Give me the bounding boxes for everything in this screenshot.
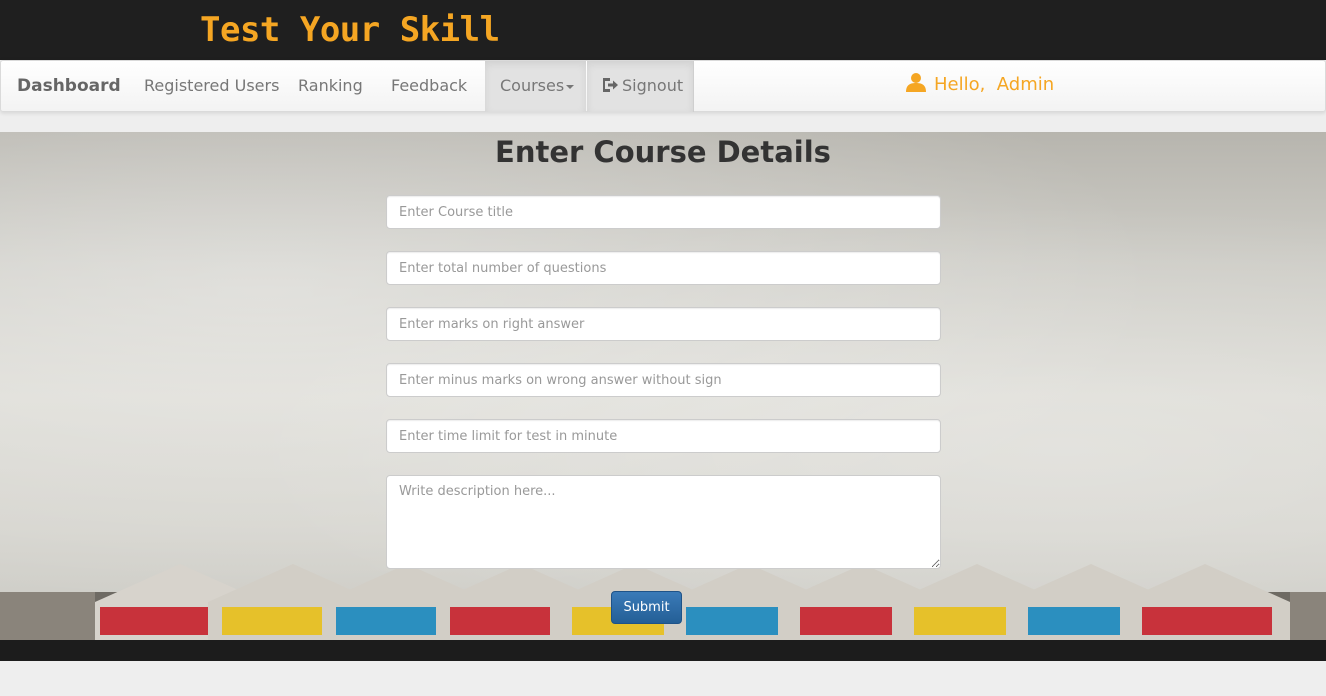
- course-title-input[interactable]: [386, 195, 941, 229]
- caret-down-icon: [566, 84, 575, 89]
- nav-signout[interactable]: Signout: [587, 61, 694, 112]
- description-textarea[interactable]: [386, 475, 941, 569]
- user-greeting[interactable]: Hello, Admin: [906, 61, 1054, 111]
- user-icon: [906, 73, 926, 92]
- nav-registered-users[interactable]: Registered Users: [144, 61, 279, 112]
- total-questions-input[interactable]: [386, 251, 941, 285]
- main-navbar: Dashboard Registered Users Ranking Feedb…: [0, 60, 1326, 112]
- form-title: Enter Course Details: [495, 135, 831, 169]
- nav-courses-label: Courses: [500, 76, 565, 95]
- nav-dashboard[interactable]: Dashboard: [17, 61, 121, 112]
- submit-button[interactable]: Submit: [611, 591, 682, 624]
- nav-ranking[interactable]: Ranking: [298, 61, 363, 112]
- nav-signout-label: Signout: [622, 76, 684, 95]
- header-bar: Test Your Skill: [0, 0, 1326, 60]
- nav-feedback[interactable]: Feedback: [391, 61, 467, 112]
- time-limit-input[interactable]: [386, 419, 941, 453]
- right-answer-marks-input[interactable]: [386, 307, 941, 341]
- footer-strip: [0, 640, 1326, 661]
- nav-courses-dropdown[interactable]: Courses: [485, 61, 586, 112]
- sign-out-icon: [603, 78, 618, 92]
- site-logo-title[interactable]: Test Your Skill: [200, 8, 500, 52]
- greeting-text: Hello, Admin: [934, 74, 1055, 95]
- wrong-answer-minus-marks-input[interactable]: [386, 363, 941, 397]
